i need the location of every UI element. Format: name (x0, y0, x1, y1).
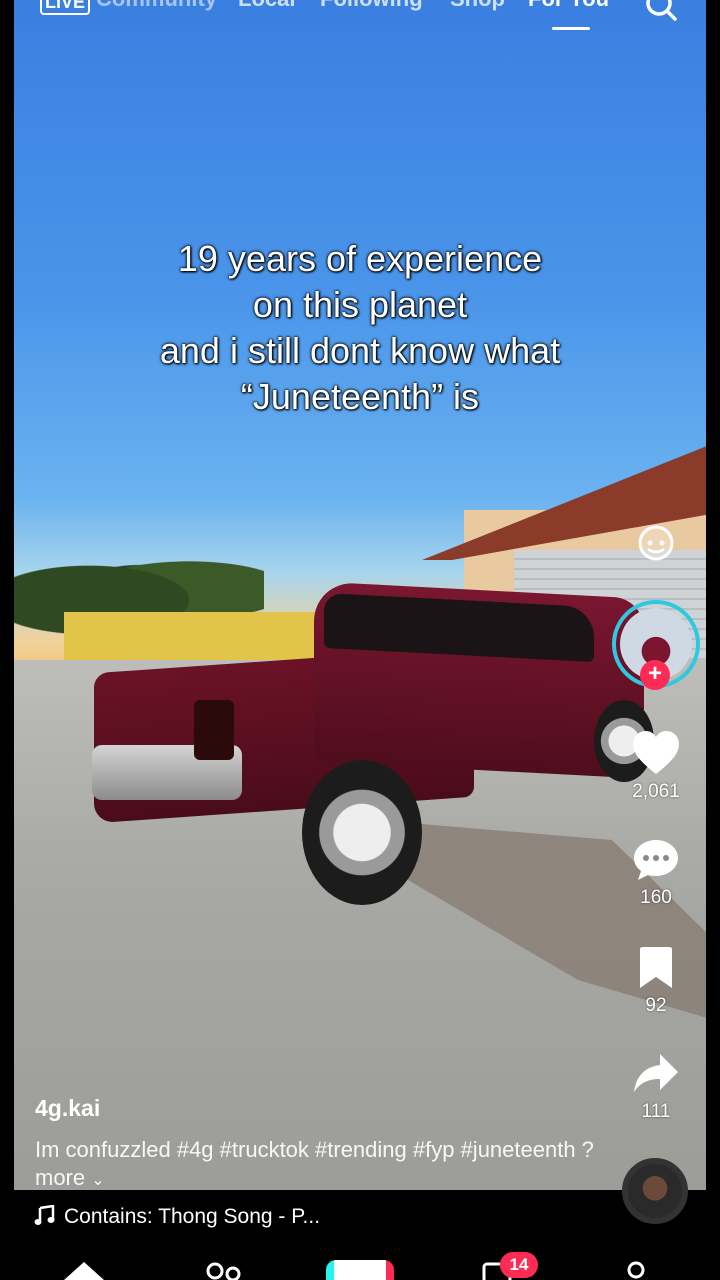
save-button[interactable]: 92 (610, 946, 702, 1017)
top-nav: LIVE Community Local Following Shop For … (0, 0, 720, 40)
bottom-nav (0, 1246, 720, 1280)
search-icon[interactable] (644, 0, 678, 22)
create-button[interactable] (326, 1260, 394, 1280)
video-player[interactable] (14, 0, 706, 1190)
friends-icon[interactable] (204, 1260, 244, 1280)
share-arrow-icon (634, 1054, 678, 1092)
effect-button[interactable] (610, 524, 702, 567)
bookmark-icon (640, 947, 672, 988)
comment-count: 160 (640, 887, 672, 908)
active-tab-indicator (552, 27, 590, 30)
profile-icon[interactable] (624, 1260, 648, 1280)
post-description[interactable]: Im confuzzled #4g #trucktok #trending #f… (35, 1136, 595, 1195)
tab-local[interactable]: Local (238, 0, 295, 12)
video-scene-wheel (302, 760, 422, 905)
live-button[interactable]: LIVE (40, 0, 91, 15)
caption-line: and i still dont know what (159, 330, 561, 371)
caption-line: “Juneteenth” is (240, 376, 480, 417)
heart-icon (633, 731, 679, 774)
tab-following[interactable]: Following (320, 0, 423, 12)
caption-line: on this planet (252, 284, 468, 325)
description-text: Im confuzzled #4g #trucktok #trending #f… (35, 1137, 594, 1190)
effect-icon (638, 525, 674, 561)
tab-community[interactable]: Community (96, 0, 217, 12)
share-button[interactable]: 111 (610, 1052, 702, 1123)
creator-username[interactable]: 4g.kai (35, 1095, 100, 1122)
follow-button[interactable]: + (640, 660, 670, 690)
sound-title[interactable]: Contains: Thong Song - P... (64, 1205, 320, 1229)
like-button[interactable]: 2,061 (610, 730, 702, 803)
like-count: 2,061 (632, 781, 680, 802)
comment-icon (634, 840, 678, 880)
home-icon[interactable] (62, 1260, 106, 1280)
tab-for-you[interactable]: For You (528, 0, 609, 12)
video-caption: 19 years of experience on this planet an… (0, 236, 720, 420)
save-count: 92 (645, 995, 667, 1016)
caption-line: 19 years of experience (177, 238, 543, 279)
music-note-icon (34, 1205, 55, 1225)
tab-shop[interactable]: Shop (450, 0, 505, 12)
video-scene-container (64, 612, 324, 662)
chevron-down-icon: ⌄ (91, 1172, 105, 1189)
share-count: 111 (641, 1101, 671, 1122)
inbox-badge: 14 (500, 1252, 538, 1278)
video-scene-taillight (194, 700, 234, 760)
comment-button[interactable]: 160 (610, 838, 702, 909)
sound-disc[interactable] (622, 1158, 688, 1224)
